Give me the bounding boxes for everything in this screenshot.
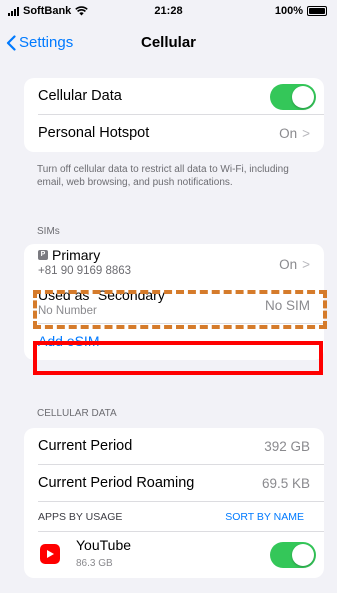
primary-sim-name: P Primary (38, 247, 100, 263)
sims-section-header: SIMs (37, 226, 60, 237)
current-period-row: Current Period 392 GB (24, 428, 324, 465)
cellular-data-row: Cellular Data (24, 78, 324, 115)
battery-icon (307, 6, 327, 16)
primary-sim-number: +81 90 9169 8863 (38, 265, 132, 277)
current-period-label: Current Period (38, 438, 133, 454)
chevron-right-icon: > (302, 126, 310, 141)
sim-badge-icon: P (38, 250, 48, 260)
current-period-value: 392 GB (264, 439, 310, 454)
primary-sim-value: On > (279, 257, 310, 272)
personal-hotspot-row[interactable]: Personal Hotspot On > (24, 115, 324, 152)
apps-by-usage-header: APPS BY USAGE SORT BY NAME (24, 502, 324, 532)
secondary-sim-highlight (33, 290, 327, 329)
roaming-label: Current Period Roaming (38, 475, 195, 491)
add-esim-highlight (33, 341, 323, 375)
youtube-icon (40, 544, 60, 564)
battery-percent: 100% (274, 5, 303, 17)
roaming-value: 69.5 KB (261, 476, 310, 491)
usage-group: Current Period 392 GB Current Period Roa… (24, 428, 324, 578)
primary-sim-row[interactable]: P Primary +81 90 9169 8863 On > (24, 244, 324, 283)
cellular-data-footnote: Turn off cellular data to restrict all d… (37, 164, 289, 188)
cellular-data-label: Cellular Data (38, 88, 122, 104)
cellular-settings-group: Cellular Data Personal Hotspot On > (24, 78, 324, 152)
youtube-cellular-toggle[interactable] (270, 542, 316, 568)
apps-by-usage-label: APPS BY USAGE (38, 511, 123, 523)
app-row-youtube: YouTube 86.3 GB (24, 532, 324, 578)
cellular-data-section-header: CELLULAR DATA (37, 408, 117, 419)
personal-hotspot-label: Personal Hotspot (38, 125, 150, 141)
sort-by-name-button[interactable]: SORT BY NAME (225, 511, 304, 523)
personal-hotspot-value: On > (279, 126, 310, 141)
cellular-data-toggle[interactable] (270, 84, 316, 110)
page-title: Cellular (140, 34, 197, 51)
status-right: 100% (275, 5, 327, 17)
roaming-row: Current Period Roaming 69.5 KB (24, 465, 324, 502)
app-name: YouTube (76, 537, 132, 553)
app-data-size: 86.3 GB (76, 558, 113, 569)
status-bar: SoftBank 21:28 100% (0, 0, 337, 22)
chevron-right-icon: > (302, 257, 310, 272)
navigation-bar: Settings Cellular (0, 30, 337, 56)
